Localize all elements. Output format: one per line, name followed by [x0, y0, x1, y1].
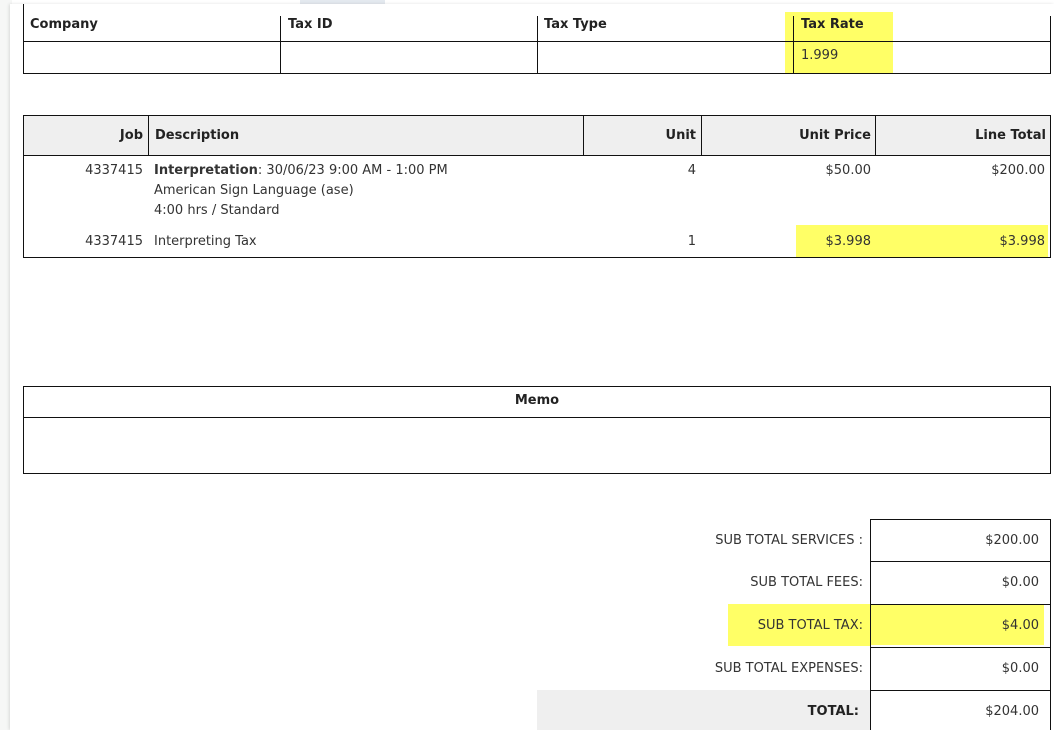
memo-header: Memo — [514, 393, 560, 408]
item-1-description: Interpretation: 30/06/23 9:00 AM - 1:00 … — [154, 163, 448, 179]
item-2-description: Interpreting Tax — [154, 234, 257, 249]
memo-bottom-line — [23, 473, 1051, 474]
item-2-line-total: $3.998 — [999, 234, 1046, 249]
totals-line-1 — [870, 561, 1051, 562]
memo-divider-line — [23, 417, 1051, 418]
tax-border-left — [23, 4, 24, 73]
item-2-unit: 1 — [687, 234, 696, 249]
memo-border-left — [23, 386, 24, 474]
tax-divider-3 — [793, 16, 794, 73]
totals-box-left — [870, 519, 871, 730]
tax-divider-1 — [280, 16, 281, 73]
tax-header-tax-id: Tax ID — [288, 17, 333, 32]
subtotal-fees-value: $0.00 — [1001, 575, 1039, 590]
items-header-line-total: Line Total — [975, 128, 1046, 143]
subtotal-tax-label: SUB TOTAL TAX: — [757, 618, 863, 633]
items-header-divider-2 — [583, 115, 584, 156]
tax-row-line — [23, 41, 1051, 42]
item-1-job: 4337415 — [85, 163, 143, 178]
tax-header-tax-type: Tax Type — [544, 17, 607, 32]
tax-border-right — [1050, 16, 1051, 73]
item-1-line-total: $200.00 — [991, 163, 1045, 178]
items-header-bottom-line — [23, 155, 1051, 156]
item-1-unit: 4 — [687, 163, 696, 178]
items-header-divider-4 — [875, 115, 876, 156]
tax-bottom-line — [23, 73, 1051, 74]
item-1-hours: 4:00 hrs / Standard — [154, 203, 280, 218]
items-bottom-line — [23, 257, 1051, 258]
items-header-divider-1 — [148, 115, 149, 156]
tax-header-tax-rate: Tax Rate — [801, 17, 864, 32]
items-border-left — [23, 115, 24, 258]
items-border-right — [1050, 115, 1051, 258]
memo-border-right — [1050, 386, 1051, 474]
memo-top-line — [23, 386, 1051, 387]
items-header-job: Job — [119, 128, 143, 143]
items-header-unit-price: Unit Price — [799, 128, 871, 143]
totals-box-right — [1050, 519, 1051, 730]
totals-line-0 — [870, 519, 1051, 520]
item-1-unit-price: $50.00 — [825, 163, 872, 178]
items-header-description: Description — [155, 128, 240, 143]
item-2-unit-price: $3.998 — [825, 234, 872, 249]
subtotal-expenses-value: $0.00 — [1001, 661, 1039, 676]
total-value: $204.00 — [985, 704, 1039, 719]
totals-line-2 — [870, 604, 1051, 605]
item-1-datetime: : 30/06/23 9:00 AM - 1:00 PM — [257, 163, 448, 178]
item-1-service-name: Interpretation — [154, 163, 258, 178]
totals-line-4 — [870, 690, 1051, 691]
subtotal-services-value: $200.00 — [985, 533, 1039, 548]
tax-cell-tax-rate: 1.999 — [801, 48, 839, 63]
tax-divider-2 — [537, 16, 538, 73]
subtotal-expenses-label: SUB TOTAL EXPENSES: — [714, 661, 863, 676]
subtotal-services-label: SUB TOTAL SERVICES : — [715, 533, 863, 548]
invoice-sheet: Company Tax ID Tax Type Tax Rate 1.999 J… — [10, 4, 1054, 730]
item-1-language: American Sign Language (ase) — [154, 183, 354, 198]
total-label: TOTAL: — [807, 704, 859, 719]
items-header-divider-3 — [701, 115, 702, 156]
items-top-line — [23, 115, 1051, 116]
tax-header-company: Company — [30, 17, 98, 32]
item-2-job: 4337415 — [85, 234, 143, 249]
items-header-unit: Unit — [665, 128, 696, 143]
subtotal-tax-value: $4.00 — [1001, 618, 1039, 633]
subtotal-fees-label: SUB TOTAL FEES: — [750, 575, 863, 590]
totals-line-3 — [870, 647, 1051, 648]
